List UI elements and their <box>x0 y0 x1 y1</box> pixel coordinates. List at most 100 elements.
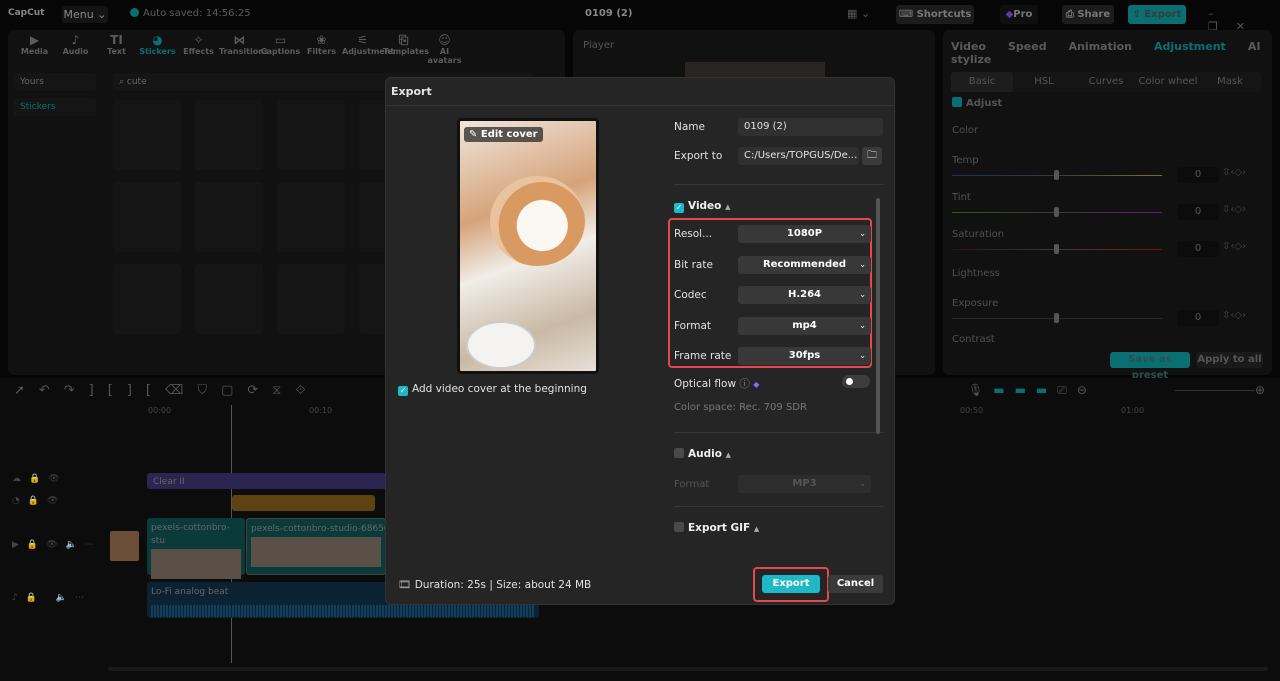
name-input[interactable]: 0109 (2) <box>738 118 883 136</box>
cancel-button[interactable]: Cancel <box>828 575 883 593</box>
filter-select[interactable]: Yours <box>14 73 96 91</box>
sticker-item[interactable] <box>277 264 345 334</box>
sticker-item[interactable] <box>113 100 181 170</box>
subtab-hsl[interactable]: HSL <box>1013 72 1075 92</box>
audio-format-select[interactable]: MP3 ⌄ <box>738 475 871 493</box>
sticker-item[interactable] <box>195 182 263 252</box>
value-input[interactable]: 0 <box>1177 310 1219 326</box>
format-select[interactable]: mp4 ⌄ <box>738 316 871 335</box>
track-controls-sticker[interactable]: ◔🔒👁 <box>12 496 67 506</box>
export-top-button[interactable]: ⇪ Export <box>1128 5 1186 24</box>
adjust-label: Adjust <box>966 98 1003 109</box>
menu-button[interactable]: Menu ⌄ <box>62 6 108 23</box>
autosave-text: Auto saved: 14:56:25 <box>143 8 251 19</box>
sticker-item[interactable] <box>277 182 345 252</box>
apply-to-all-button[interactable]: Apply to all <box>1196 352 1263 368</box>
track-controls-audio[interactable]: ♪🔒 🔈⋯ <box>12 593 92 603</box>
subtab-color-wheel[interactable]: Color wheel <box>1137 72 1199 92</box>
tab-ai-avatars[interactable]: ☺ AI avatars <box>424 33 465 65</box>
filter-clip[interactable]: Clear II <box>147 473 387 489</box>
video-clip[interactable]: pexels-cottonbro-stu <box>147 518 245 579</box>
audio-checkbox[interactable] <box>674 448 684 458</box>
keyframe-icon[interactable]: ⇳‹◇› <box>1222 310 1246 321</box>
value-input[interactable]: 0 <box>1177 167 1219 183</box>
resolution-value: 1080P <box>786 228 823 239</box>
tab-media[interactable]: ▶ Media <box>14 33 55 65</box>
share-button[interactable]: ⎙ Share <box>1062 5 1114 24</box>
tab-effects[interactable]: ✧ Effects <box>178 33 219 65</box>
tab-animation[interactable]: Animation <box>1069 40 1132 53</box>
shortcuts-button[interactable]: ⌨ Shortcuts <box>896 5 974 24</box>
tab-captions[interactable]: ▭ Captions <box>260 33 301 65</box>
tab-adjustment[interactable]: Adjustment <box>1154 40 1226 53</box>
captions-icon: ▭ <box>274 33 287 47</box>
subtab-basic[interactable]: Basic <box>951 72 1013 92</box>
pro-button[interactable]: ◆Pro <box>1000 5 1038 24</box>
value-input[interactable]: 0 <box>1177 241 1219 257</box>
tab-filters[interactable]: ❀ Filters <box>301 33 342 65</box>
video-thumbnails <box>151 549 241 579</box>
add-cover-checkbox[interactable]: ✓ Add video cover at the beginning <box>398 383 587 396</box>
category-select[interactable]: Stickers <box>14 98 96 116</box>
gif-section-toggle[interactable]: Export GIF ▲ <box>674 522 759 534</box>
tab-templates[interactable]: ⎘ Templates <box>383 33 429 65</box>
adjust-section[interactable]: Adjust <box>952 97 1002 109</box>
checkbox-icon[interactable]: ✓ <box>398 386 408 396</box>
subtab-mask[interactable]: Mask <box>1199 72 1261 92</box>
save-preset-button[interactable]: Save as preset <box>1110 352 1190 381</box>
tab-text[interactable]: TI Text <box>96 33 137 65</box>
timeline-scrollbar[interactable] <box>108 667 1268 671</box>
help-icon[interactable]: ⓘ <box>739 378 750 390</box>
cover-thumbnail[interactable] <box>110 531 139 561</box>
zoom-in-icon[interactable]: ⊕ <box>1255 383 1265 397</box>
tab-adjustment[interactable]: ⚟ Adjustment <box>342 33 394 65</box>
slider-knob[interactable] <box>1054 244 1059 254</box>
tick-label: 00:50 <box>960 406 984 415</box>
keyframe-icon[interactable]: ⇳‹◇› <box>1222 204 1246 215</box>
sticker-clip[interactable] <box>232 495 375 511</box>
timeline-right-tools[interactable]: 🎙▬▬▬⎚⊖ <box>968 383 1097 398</box>
video-checkbox[interactable]: ✓ <box>674 203 684 213</box>
tab-speed[interactable]: Speed <box>1008 40 1047 53</box>
tick-label: 00:10 <box>309 406 333 415</box>
codec-select[interactable]: H.264 ⌄ <box>738 286 871 304</box>
tab-audio[interactable]: ♪ Audio <box>55 33 96 65</box>
video-section-toggle[interactable]: ✓ Video ▲ <box>674 200 730 213</box>
sticker-item[interactable] <box>113 264 181 334</box>
track-controls-video[interactable]: ▶🔒👁🔈⋯ <box>12 540 102 550</box>
tab-video[interactable]: Video <box>951 40 986 53</box>
resolution-select[interactable]: 1080P ⌄ <box>738 225 871 243</box>
check-circle-icon <box>130 8 139 17</box>
adjust-checkbox[interactable] <box>952 97 962 107</box>
folder-icon[interactable]: 🗀 <box>862 147 882 165</box>
keyframe-icon[interactable]: ⇳‹◇› <box>1222 167 1246 178</box>
project-title: 0109 (2) <box>585 8 633 19</box>
subtab-curves[interactable]: Curves <box>1075 72 1137 92</box>
gif-checkbox[interactable] <box>674 522 684 532</box>
framerate-select[interactable]: 30fps ⌄ <box>738 347 871 365</box>
keyframe-icon[interactable]: ⇳‹◇› <box>1222 241 1246 252</box>
zoom-slider[interactable] <box>1175 390 1255 391</box>
export-button[interactable]: Export <box>762 575 820 593</box>
sticker-item[interactable] <box>195 264 263 334</box>
slider-knob[interactable] <box>1054 313 1059 323</box>
sticker-item[interactable] <box>277 100 345 170</box>
video-clip[interactable]: pexels-cottonbro-studio-68650 <box>246 518 386 575</box>
slider-knob[interactable] <box>1054 170 1059 180</box>
tab-stickers[interactable]: ◕ Stickers <box>137 33 178 65</box>
sticker-item[interactable] <box>195 100 263 170</box>
audio-section-toggle[interactable]: Audio ▲ <box>674 448 731 460</box>
slider-knob[interactable] <box>1054 207 1059 217</box>
cover-preview[interactable]: ✎ Edit cover <box>457 118 599 374</box>
layout-icon[interactable]: ▦ ⌄ <box>847 7 870 20</box>
optical-flow-toggle[interactable] <box>842 375 870 388</box>
track-controls-filter[interactable]: ☁🔒👁 <box>12 474 68 484</box>
sticker-item[interactable] <box>113 182 181 252</box>
settings-scrollbar[interactable] <box>876 198 880 434</box>
value-input[interactable]: 0 <box>1177 204 1219 220</box>
tab-transitions[interactable]: ⋈ Transitions <box>219 33 269 65</box>
edit-cover-button[interactable]: ✎ Edit cover <box>464 127 543 142</box>
bitrate-select[interactable]: Recommended ⌄ <box>738 255 871 274</box>
export-path-input[interactable]: C:/Users/TOPGUS/De... <box>738 147 859 165</box>
timeline-tools[interactable]: ➚↶↷][][⌫⛉▢⟳⧖⟐ <box>14 383 320 398</box>
